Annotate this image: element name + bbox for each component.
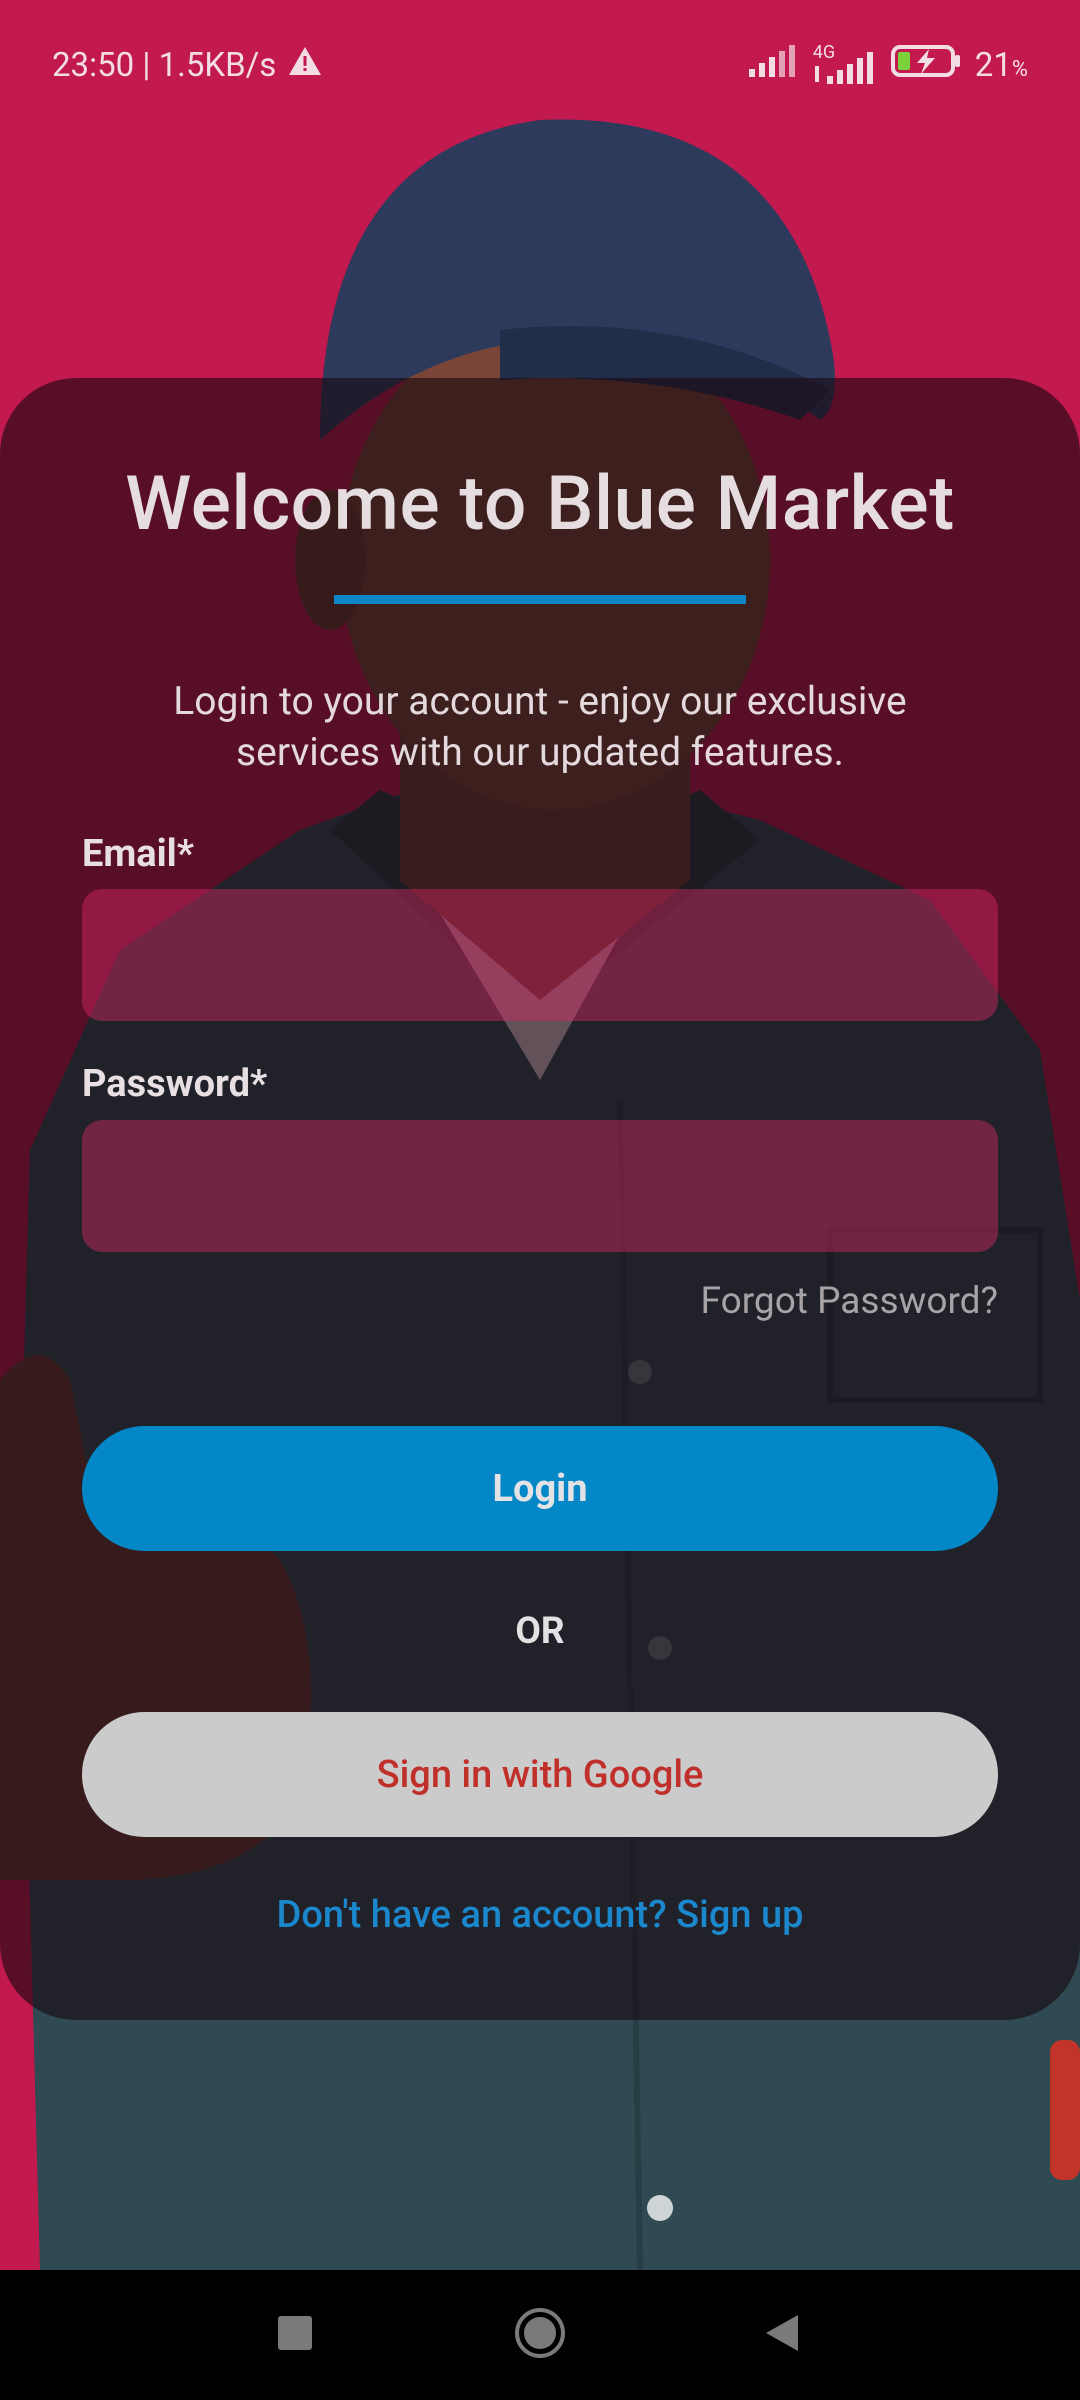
login-subtitle: Login to your account - enjoy our exclus… [173,678,907,775]
login-button-label: Login [492,1466,588,1511]
status-right: 4G 21% [748,42,1028,87]
email-field[interactable] [82,889,998,1021]
home-button[interactable] [500,2270,580,2400]
recents-button[interactable] [255,2270,335,2400]
forgot-password-link[interactable]: Forgot Password? [701,1280,998,1323]
title-underline [334,595,746,604]
network-4g-signal-icon: 4G [813,42,877,86]
status-left: 23:50 | 1.5KB/s [52,46,322,85]
signup-link[interactable]: Don't have an account? Sign up [0,1893,1080,1937]
password-field[interactable] [82,1120,998,1252]
signal-icon [748,45,799,86]
navigation-bar [0,2270,1080,2400]
email-label: Email* [82,832,194,876]
warning-icon [288,46,322,85]
password-label: Password* [82,1062,268,1106]
login-button[interactable]: Login [82,1426,998,1551]
recents-square-icon [277,2315,313,2355]
google-signin-button[interactable]: Sign in with Google [82,1712,998,1837]
google-signin-label: Sign in with Google [376,1752,704,1797]
status-bar: 23:50 | 1.5KB/s 4G 21% [0,0,1080,130]
battery-percent: 21 [974,46,1012,85]
battery-unit: % [1011,57,1028,82]
battery-charging-icon [890,44,961,87]
home-circle-icon [514,2307,566,2363]
or-divider-text: OR [515,1610,565,1653]
page-title: Welcome to Blue Market [125,460,955,548]
back-triangle-icon [762,2313,802,2357]
battery-level: 21% [975,46,1028,85]
status-time-speed: 23:50 | 1.5KB/s [52,46,277,85]
back-button[interactable] [742,2270,822,2400]
